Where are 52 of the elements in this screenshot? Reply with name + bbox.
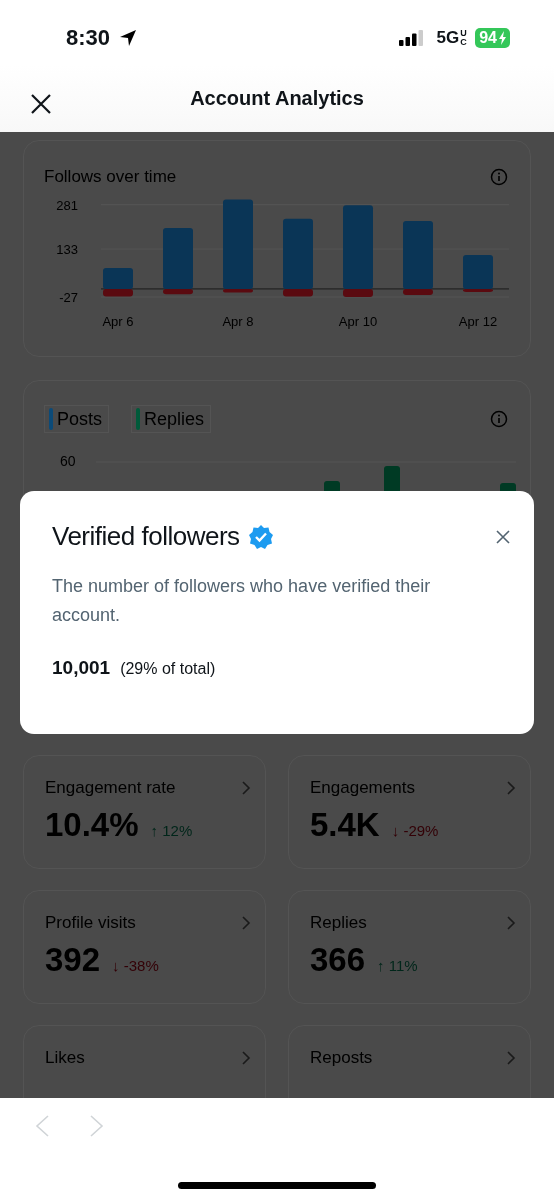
metric-change: ↓ -38%: [112, 957, 159, 974]
metric-value: 366: [310, 941, 366, 979]
chevron-right-icon: [506, 1050, 516, 1066]
metric-label: Engagement rate: [45, 778, 176, 798]
chevron-right-icon: [506, 915, 516, 931]
chevron-right-icon: [241, 915, 251, 931]
metric-change: ↑ 11%: [377, 957, 418, 974]
axis-tick-label: Apr 8: [222, 314, 254, 329]
status-time: 8:30: [66, 24, 111, 51]
axis-tick-label: 60: [60, 453, 76, 469]
metric-label: Likes: [45, 1048, 85, 1068]
battery-indicator: 94: [475, 27, 510, 48]
network-suffix: UC: [460, 29, 468, 46]
axis-tick-label: -27: [59, 290, 78, 305]
metric-label: Replies: [310, 913, 367, 933]
axis-tick-label: 133: [56, 242, 78, 258]
metric-label: Reposts: [310, 1048, 373, 1068]
axis-tick-label: Apr 12: [458, 314, 498, 329]
dialog-title: Verified followers: [52, 521, 240, 552]
metric-label: Profile visits: [45, 913, 136, 933]
metric-value: 392: [45, 941, 101, 979]
chevron-right-icon: [506, 780, 516, 796]
axis-tick-label: Apr 10: [338, 314, 378, 329]
signal-icon: [398, 29, 423, 46]
page-title: Account Analytics: [190, 87, 364, 110]
info-icon[interactable]: [490, 410, 508, 428]
chevron-right-icon: [241, 1050, 251, 1066]
metric-card[interactable]: Replies 366 ↑ 11%: [288, 890, 531, 1004]
info-icon[interactable]: [490, 168, 508, 186]
chevron-right-icon: [241, 780, 251, 796]
metric-change: ↑ 12%: [150, 822, 193, 839]
follower-count: 10,001: [52, 657, 111, 679]
metric-card[interactable]: Engagement rate 10.4% ↑ 12%: [23, 755, 266, 869]
axis-tick-label: Apr 6: [102, 314, 134, 329]
location-arrow-icon: [118, 27, 139, 48]
network-label: 5G: [436, 27, 460, 48]
metric-value: 10.4%: [45, 806, 139, 844]
close-icon[interactable]: [496, 529, 510, 544]
dialog-description: The number of followers who have verified their account.: [52, 575, 432, 627]
metric-value: 5.4K: [310, 806, 380, 844]
metric-card[interactable]: Likes: [23, 1025, 266, 1098]
chart-title: Follows over time: [44, 167, 177, 187]
legend-chip[interactable]: Posts: [44, 405, 110, 433]
metric-change: ↓ -29%: [391, 822, 439, 839]
metric-card[interactable]: Profile visits 392 ↓ -38%: [23, 890, 266, 1004]
close-icon[interactable]: [30, 93, 52, 115]
metric-card[interactable]: Reposts: [288, 1025, 531, 1098]
axis-tick-label: 281: [56, 197, 78, 213]
legend-chip[interactable]: Replies: [131, 405, 212, 433]
metric-card[interactable]: Engagements 5.4K ↓ -29%: [288, 755, 531, 869]
metric-label: Engagements: [310, 778, 415, 798]
follower-share: (29% of total): [120, 660, 216, 678]
